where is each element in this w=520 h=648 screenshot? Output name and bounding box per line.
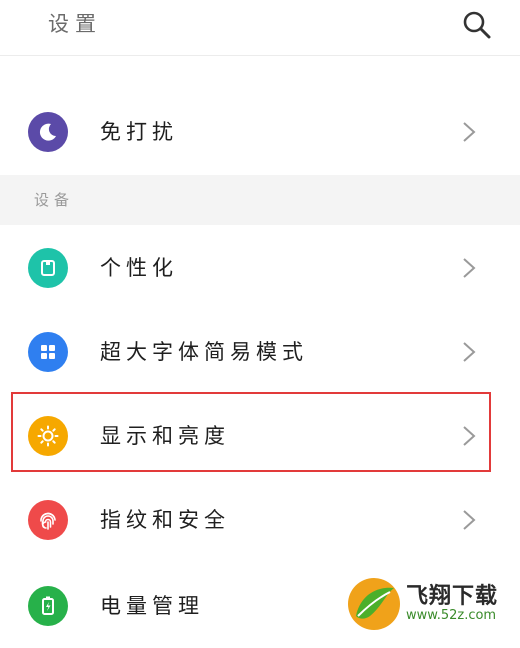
row-label: 指纹和安全	[100, 508, 230, 532]
settings-row-display-brightness[interactable]: 显示和亮度	[0, 396, 520, 480]
settings-row-do-not-disturb[interactable]: 免打扰	[0, 90, 520, 174]
page-title: 设置	[48, 12, 102, 36]
row-label: 超大字体简易模式	[100, 340, 308, 364]
battery-icon	[28, 586, 68, 626]
chevron-right-icon	[463, 342, 476, 362]
search-button[interactable]	[460, 8, 494, 42]
grid-icon	[28, 332, 68, 372]
leaf-logo-icon	[348, 578, 400, 630]
section-label: 设备	[34, 191, 75, 209]
settings-row-large-font-mode[interactable]: 超大字体简易模式	[0, 312, 520, 396]
chevron-right-icon	[463, 258, 476, 278]
settings-row-personalization[interactable]: 个性化	[0, 228, 520, 312]
settings-list: 免打扰 设备 个性化 超大字体简易模式 显示和亮度 指纹和安全 电量管理	[0, 0, 520, 635]
chevron-right-icon	[463, 426, 476, 446]
row-label: 个性化	[100, 256, 178, 280]
watermark-brand: 飞翔下载	[406, 584, 499, 609]
chevron-right-icon	[463, 122, 476, 142]
app-header: 设置	[0, 0, 520, 56]
settings-row-fingerprint-security[interactable]: 指纹和安全	[0, 480, 520, 564]
theme-icon	[28, 248, 68, 288]
row-label: 免打扰	[100, 120, 178, 144]
sun-icon	[28, 416, 68, 456]
fingerprint-icon	[28, 500, 68, 540]
search-icon	[463, 11, 491, 39]
section-header-device: 设备	[0, 175, 520, 225]
moon-icon	[28, 112, 68, 152]
watermark-url: www.52z.com	[406, 608, 497, 623]
row-label: 显示和亮度	[100, 424, 230, 448]
row-label: 电量管理	[100, 594, 204, 618]
chevron-right-icon	[463, 510, 476, 530]
watermark: 飞翔下载 www.52z.com	[344, 572, 520, 635]
